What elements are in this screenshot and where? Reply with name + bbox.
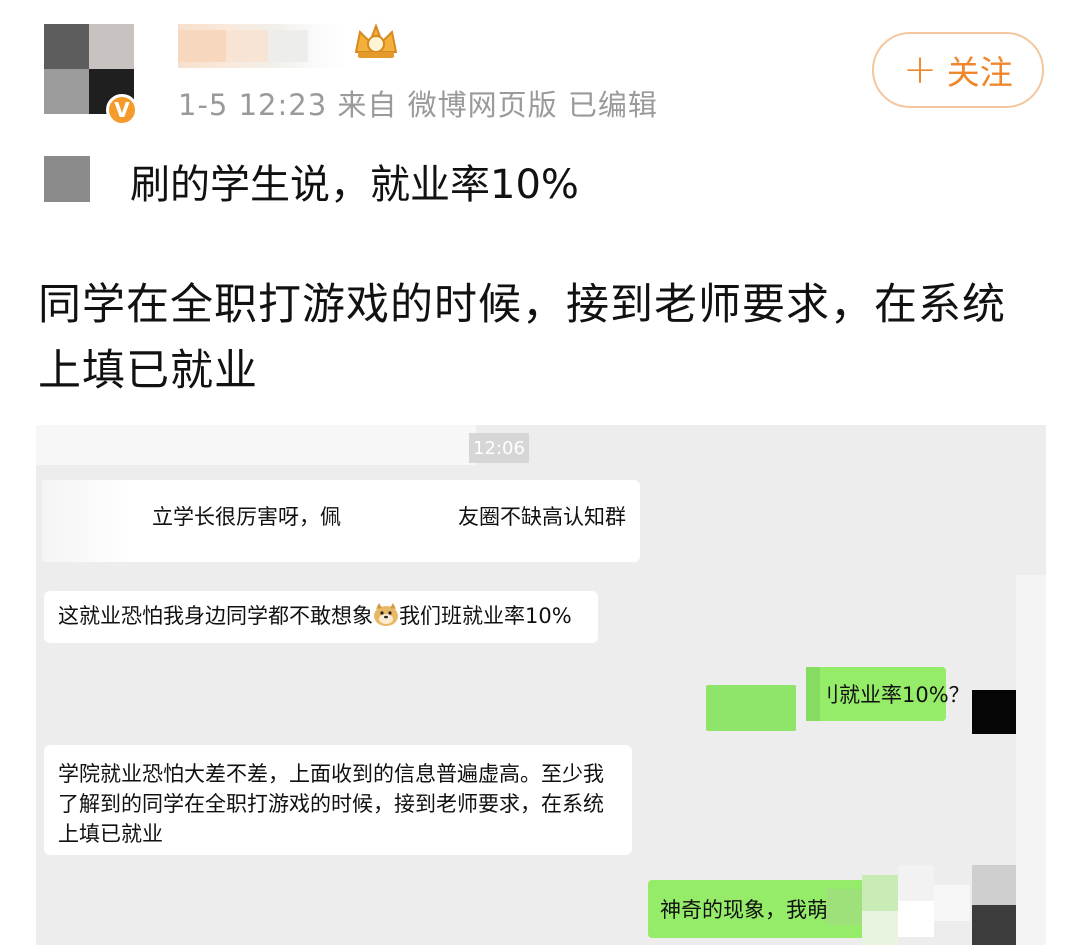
chat-bubble-text: 友圈不缺高认知群 bbox=[458, 505, 626, 529]
chat-bubble-text: 刂就业率10%？ bbox=[818, 683, 970, 707]
mosaic-block bbox=[42, 480, 132, 562]
avatar-mosaic-tile bbox=[44, 69, 89, 114]
post-source[interactable]: 来自 微博网页版 bbox=[337, 88, 557, 122]
chat-bubble-text: 神奇的现象，我萌 bbox=[660, 898, 828, 922]
chat-header-blurred bbox=[36, 425, 476, 465]
chat-bubble-left: 这就业恐怕我身边同学都不敢想象 我们班就业率10% bbox=[44, 591, 598, 643]
chat-bubble-text: 了解到的同学在全职打游戏的时候，接到老师要求，在系统 bbox=[58, 792, 604, 816]
chat-bubble-text: 这就业恐怕我身边同学都不敢想象 bbox=[58, 604, 373, 628]
edited-label: 已编辑 bbox=[567, 88, 658, 122]
chat-bubble-left: 学院就业恐怕大差不差，上面收到的信息普遍虚高。至少我 了解到的同学在全职打游戏的… bbox=[44, 745, 632, 855]
avatar-mosaic-tile bbox=[89, 24, 134, 69]
chat-bubble-text: 立学长很厉害呀，佩 bbox=[152, 505, 341, 529]
follow-button[interactable]: + 关注 bbox=[872, 32, 1044, 108]
chat-bubble-left: 立学长很厉害呀，佩 友圈不缺高认知群 bbox=[42, 480, 640, 562]
post-meta: 1-5 12:23 来自 微博网页版 已编辑 bbox=[178, 82, 658, 124]
mosaic-block bbox=[44, 156, 90, 202]
mosaic-block bbox=[268, 30, 308, 62]
post-body: 同学在全职打游戏的时候，接到老师要求，在系统上填已就业 bbox=[38, 280, 1006, 396]
mosaic-block bbox=[1016, 575, 1046, 945]
verified-icon: V bbox=[106, 94, 138, 126]
avatar-mosaic-tile bbox=[44, 24, 89, 69]
chat-bubble-text: 我们班就业率10% bbox=[399, 604, 572, 628]
chat-avatar bbox=[972, 690, 1016, 734]
chat-bubble-text: 学院就业恐怕大差不差，上面收到的信息普遍虚高。至少我 bbox=[58, 762, 604, 786]
username-blurred[interactable] bbox=[178, 24, 348, 68]
chat-bubble-text: 上填已就业 bbox=[58, 822, 163, 846]
doge-emoji-icon bbox=[374, 603, 398, 626]
mosaic-block bbox=[226, 30, 268, 62]
chat-screenshot-image[interactable]: 12:06 立学长很厉害呀，佩 友圈不缺高认知群 这就业恐怕我身边同学都不敢想象… bbox=[36, 425, 1046, 945]
plus-icon: + bbox=[903, 47, 937, 93]
vip-crown-icon bbox=[354, 23, 398, 58]
chat-timestamp: 12:06 bbox=[469, 433, 529, 463]
mosaic-block bbox=[178, 30, 226, 62]
mosaic-block bbox=[826, 855, 970, 945]
chat-avatar bbox=[972, 865, 1016, 945]
chat-bubble-right: 刂就业率10%？ bbox=[806, 667, 970, 721]
post-first-line: 刷的学生说，就业率10% bbox=[130, 162, 579, 208]
mosaic-block bbox=[706, 685, 796, 731]
post-timestamp: 1-5 12:23 bbox=[178, 88, 328, 122]
follow-label: 关注 bbox=[946, 53, 1013, 92]
